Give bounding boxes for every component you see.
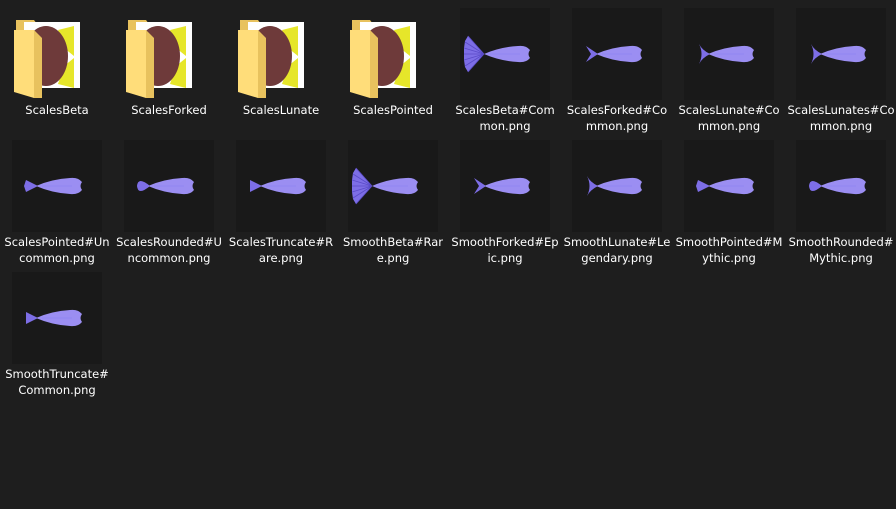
item-label: SmoothPointed#Mythic.png: [675, 235, 783, 265]
file-item[interactable]: SmoothLunate#Legendary.png: [561, 140, 673, 268]
file-item[interactable]: ScalesForked#Common.png: [561, 8, 673, 136]
item-label: ScalesPointed#Uncommon.png: [4, 235, 110, 265]
item-label: SmoothForked#Epic.png: [451, 235, 559, 265]
folder-item[interactable]: ScalesPointed: [337, 8, 449, 136]
item-label: SmoothLunate#Legendary.png: [563, 235, 671, 265]
item-label: ScalesForked#Common.png: [566, 103, 668, 133]
file-item[interactable]: SmoothBeta#Rare.png: [337, 140, 449, 268]
fish-thumbnail: [12, 140, 102, 232]
item-label: ScalesTruncate#Rare.png: [228, 235, 334, 265]
file-item[interactable]: SmoothRounded#Mythic.png: [785, 140, 896, 268]
file-item[interactable]: SmoothForked#Epic.png: [449, 140, 561, 268]
folder-icon: [236, 8, 326, 100]
file-item[interactable]: ScalesBeta#Common.png: [449, 8, 561, 136]
fish-thumbnail: [572, 8, 662, 100]
fish-thumbnail: [236, 140, 326, 232]
file-item[interactable]: ScalesLunates#Common.png: [785, 8, 896, 136]
item-label: ScalesBeta: [25, 103, 89, 117]
fish-thumbnail: [460, 8, 550, 100]
fish-thumbnail: [348, 140, 438, 232]
folder-icon: [12, 8, 102, 100]
item-label: ScalesForked: [131, 103, 207, 117]
fish-thumbnail: [124, 140, 214, 232]
fish-thumbnail: [796, 8, 886, 100]
item-label: SmoothTruncate#Common.png: [5, 367, 109, 397]
item-label: SmoothRounded#Mythic.png: [788, 235, 894, 265]
item-label: ScalesLunate#Common.png: [678, 103, 780, 133]
file-item[interactable]: ScalesTruncate#Rare.png: [225, 140, 337, 268]
fish-thumbnail: [684, 140, 774, 232]
folder-icon: [124, 8, 214, 100]
file-item[interactable]: ScalesLunate#Common.png: [673, 8, 785, 136]
fish-thumbnail: [684, 8, 774, 100]
item-label: ScalesPointed: [353, 103, 433, 117]
file-item[interactable]: SmoothTruncate#Common.png: [1, 272, 113, 400]
folder-item[interactable]: ScalesLunate: [225, 8, 337, 136]
fish-thumbnail: [460, 140, 550, 232]
fish-thumbnail: [12, 272, 102, 364]
item-label: ScalesLunates#Common.png: [787, 103, 895, 133]
folder-item[interactable]: ScalesBeta: [1, 8, 113, 136]
folder-icon: [348, 8, 438, 100]
folder-item[interactable]: ScalesForked: [113, 8, 225, 136]
file-item[interactable]: SmoothPointed#Mythic.png: [673, 140, 785, 268]
file-item[interactable]: ScalesRounded#Uncommon.png: [113, 140, 225, 268]
fish-thumbnail: [796, 140, 886, 232]
fish-thumbnail: [572, 140, 662, 232]
file-explorer-grid: ScalesBeta ScalesForked ScalesLunate Scales…: [0, 0, 896, 509]
item-label: ScalesLunate: [242, 103, 320, 117]
file-item[interactable]: ScalesPointed#Uncommon.png: [1, 140, 113, 268]
item-label: ScalesBeta#Common.png: [455, 103, 555, 133]
item-label: SmoothBeta#Rare.png: [342, 235, 444, 265]
item-label: ScalesRounded#Uncommon.png: [116, 235, 222, 265]
